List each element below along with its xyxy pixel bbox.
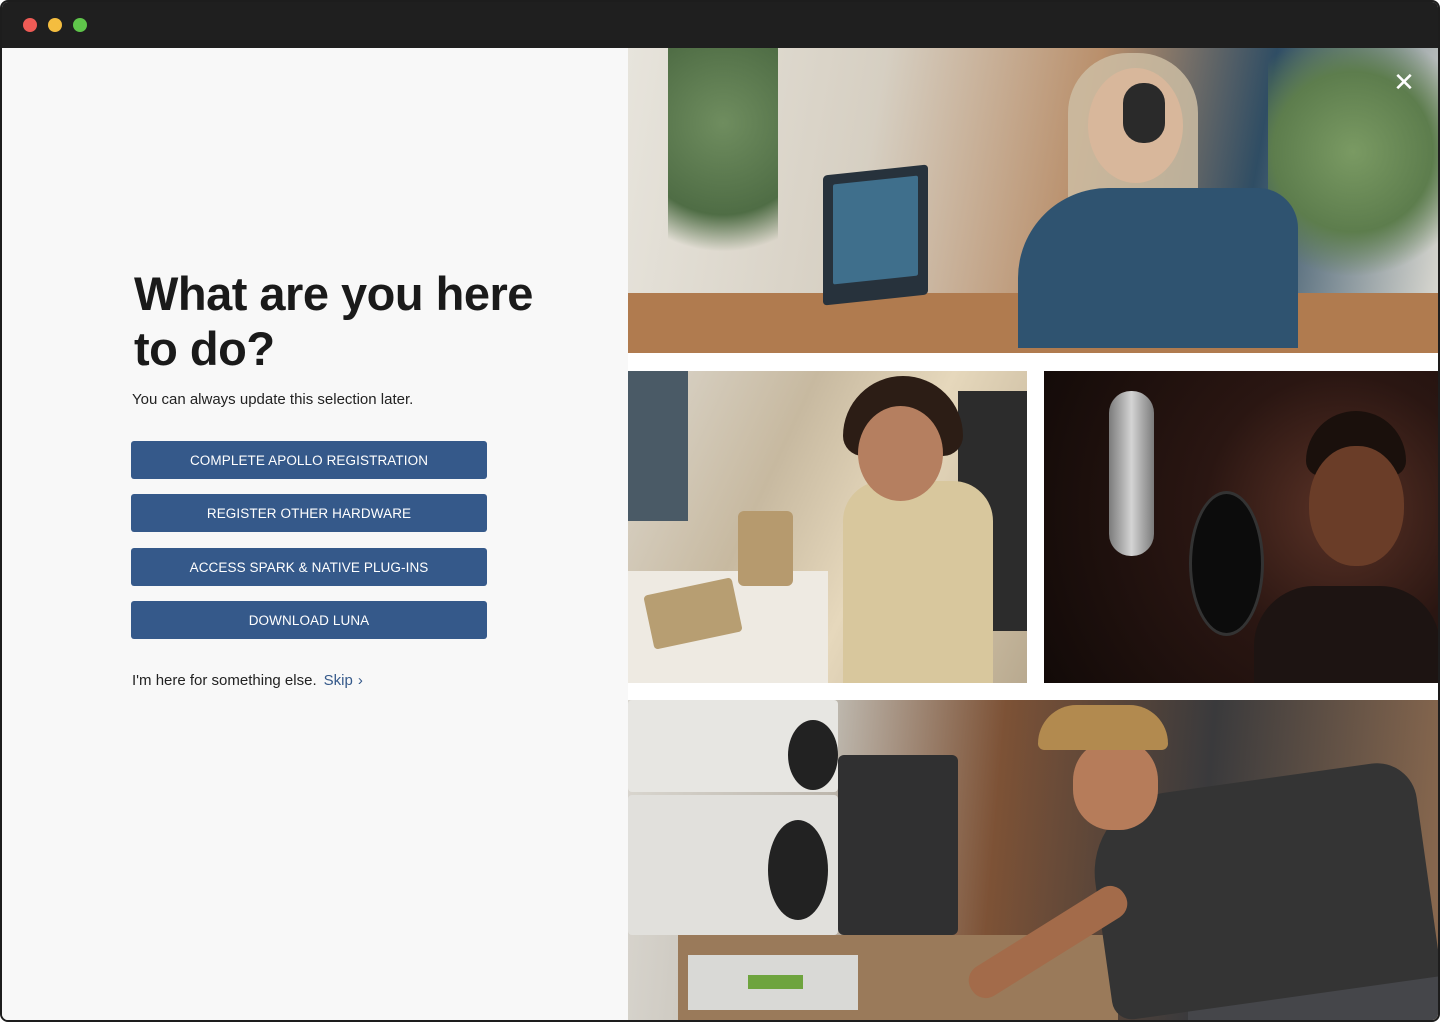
selection-panel: What are you here to do? You can always … [2,48,628,1020]
plant-shape [668,48,778,298]
microphone-shape [1109,391,1154,556]
access-spark-native-plugins-button[interactable]: ACCESS SPARK & NATIVE PLUG-INS [131,548,487,586]
skip-link[interactable]: Skip › [324,672,363,689]
photo-studio-desk [628,371,1027,683]
app-window: What are you here to do? You can always … [0,0,1440,1022]
photo-vocal-mic [1044,371,1438,683]
face-shape [1309,446,1404,566]
face-shape [1073,740,1158,830]
maximize-window-button[interactable] [73,18,87,32]
photo-laptop-headphones: ✕ [628,48,1438,353]
close-icon[interactable]: ✕ [1392,69,1416,95]
skip-label: Skip [323,672,353,689]
minimize-window-button[interactable] [48,18,62,32]
close-window-button[interactable] [23,18,37,32]
shirt-shape [1254,586,1438,683]
register-other-hardware-button[interactable]: REGISTER OTHER HARDWARE [131,494,487,532]
face-shape [858,406,943,501]
title-bar [2,2,1438,48]
something-else-label: I'm here for something else. [132,672,317,689]
image-collage: ✕ [628,48,1438,1020]
level-meter-shape [748,975,803,989]
cap-shape [1038,705,1168,750]
chevron-right-icon: › [357,672,363,689]
skip-row: I'm here for something else. Skip › [132,672,363,689]
download-luna-button[interactable]: DOWNLOAD LUNA [131,601,487,639]
pop-filter-shape [1189,491,1264,636]
photo-studio-rack [628,700,1438,1020]
speaker-shape [838,755,958,935]
subtitle: You can always update this selection lat… [132,391,414,408]
jacket-shape [1018,188,1298,348]
laptop-screen-shape [833,175,918,285]
speaker-cone-shape [788,720,838,790]
monitor-shape [628,371,688,521]
page-title: What are you here to do? [134,267,533,375]
keyboard-shape [738,511,793,586]
complete-apollo-registration-button[interactable]: COMPLETE APOLLO REGISTRATION [131,441,487,479]
top-shape [843,481,993,683]
headphones-shape [1123,83,1165,143]
speaker-cone-shape [768,820,828,920]
